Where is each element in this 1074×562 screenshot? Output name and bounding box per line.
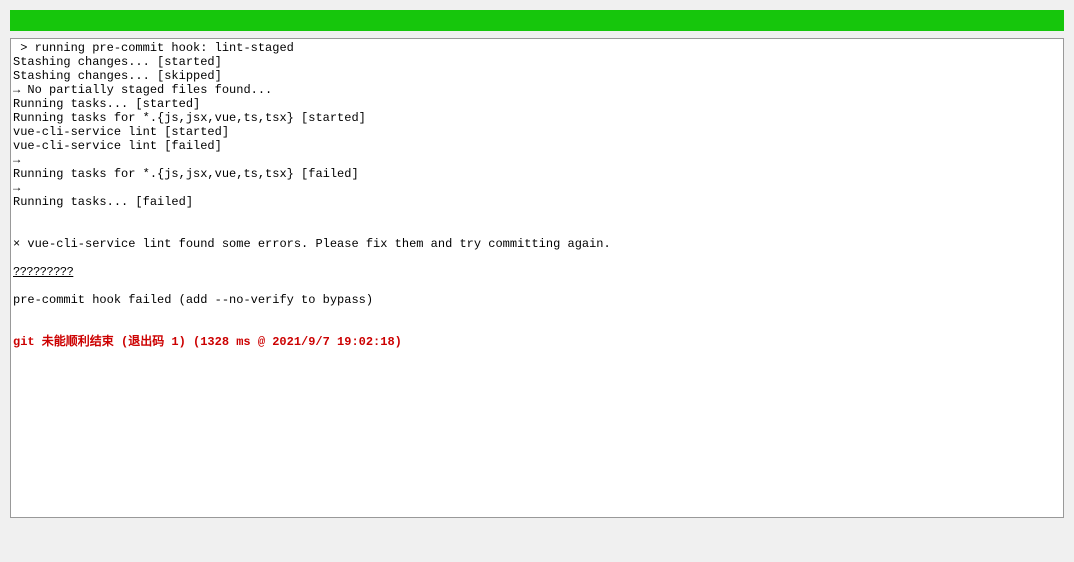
console-line: Running tasks for *.{js,jsx,vue,ts,tsx} … — [11, 167, 1063, 181]
blank-line — [11, 279, 1063, 293]
blank-line — [11, 321, 1063, 335]
console-line: Running tasks... [started] — [11, 97, 1063, 111]
error-line: git 未能顺利结束 (退出码 1) (1328 ms @ 2021/9/7 1… — [11, 335, 1063, 349]
console-line: > running pre-commit hook: lint-staged — [11, 41, 1063, 55]
console-line: Stashing changes... [started] — [11, 55, 1063, 69]
blank-line — [11, 223, 1063, 237]
console-output[interactable]: > running pre-commit hook: lint-staged S… — [10, 38, 1064, 518]
console-line: → No partially staged files found... — [11, 83, 1063, 97]
console-line: Running tasks... [failed] — [11, 195, 1063, 209]
console-line: vue-cli-service lint [started] — [11, 125, 1063, 139]
console-line: × vue-cli-service lint found some errors… — [11, 237, 1063, 251]
console-line: vue-cli-service lint [failed] — [11, 139, 1063, 153]
blank-line — [11, 251, 1063, 265]
console-line: Running tasks for *.{js,jsx,vue,ts,tsx} … — [11, 111, 1063, 125]
header-bar — [10, 10, 1064, 31]
blank-line — [11, 307, 1063, 321]
underline-block: ????????? — [11, 265, 1063, 279]
main-container: > running pre-commit hook: lint-staged S… — [0, 0, 1074, 518]
console-line: Stashing changes... [skipped] — [11, 69, 1063, 83]
console-line: → — [11, 181, 1063, 195]
console-line: pre-commit hook failed (add --no-verify … — [11, 293, 1063, 307]
console-line: → — [11, 153, 1063, 167]
blank-line — [11, 209, 1063, 223]
